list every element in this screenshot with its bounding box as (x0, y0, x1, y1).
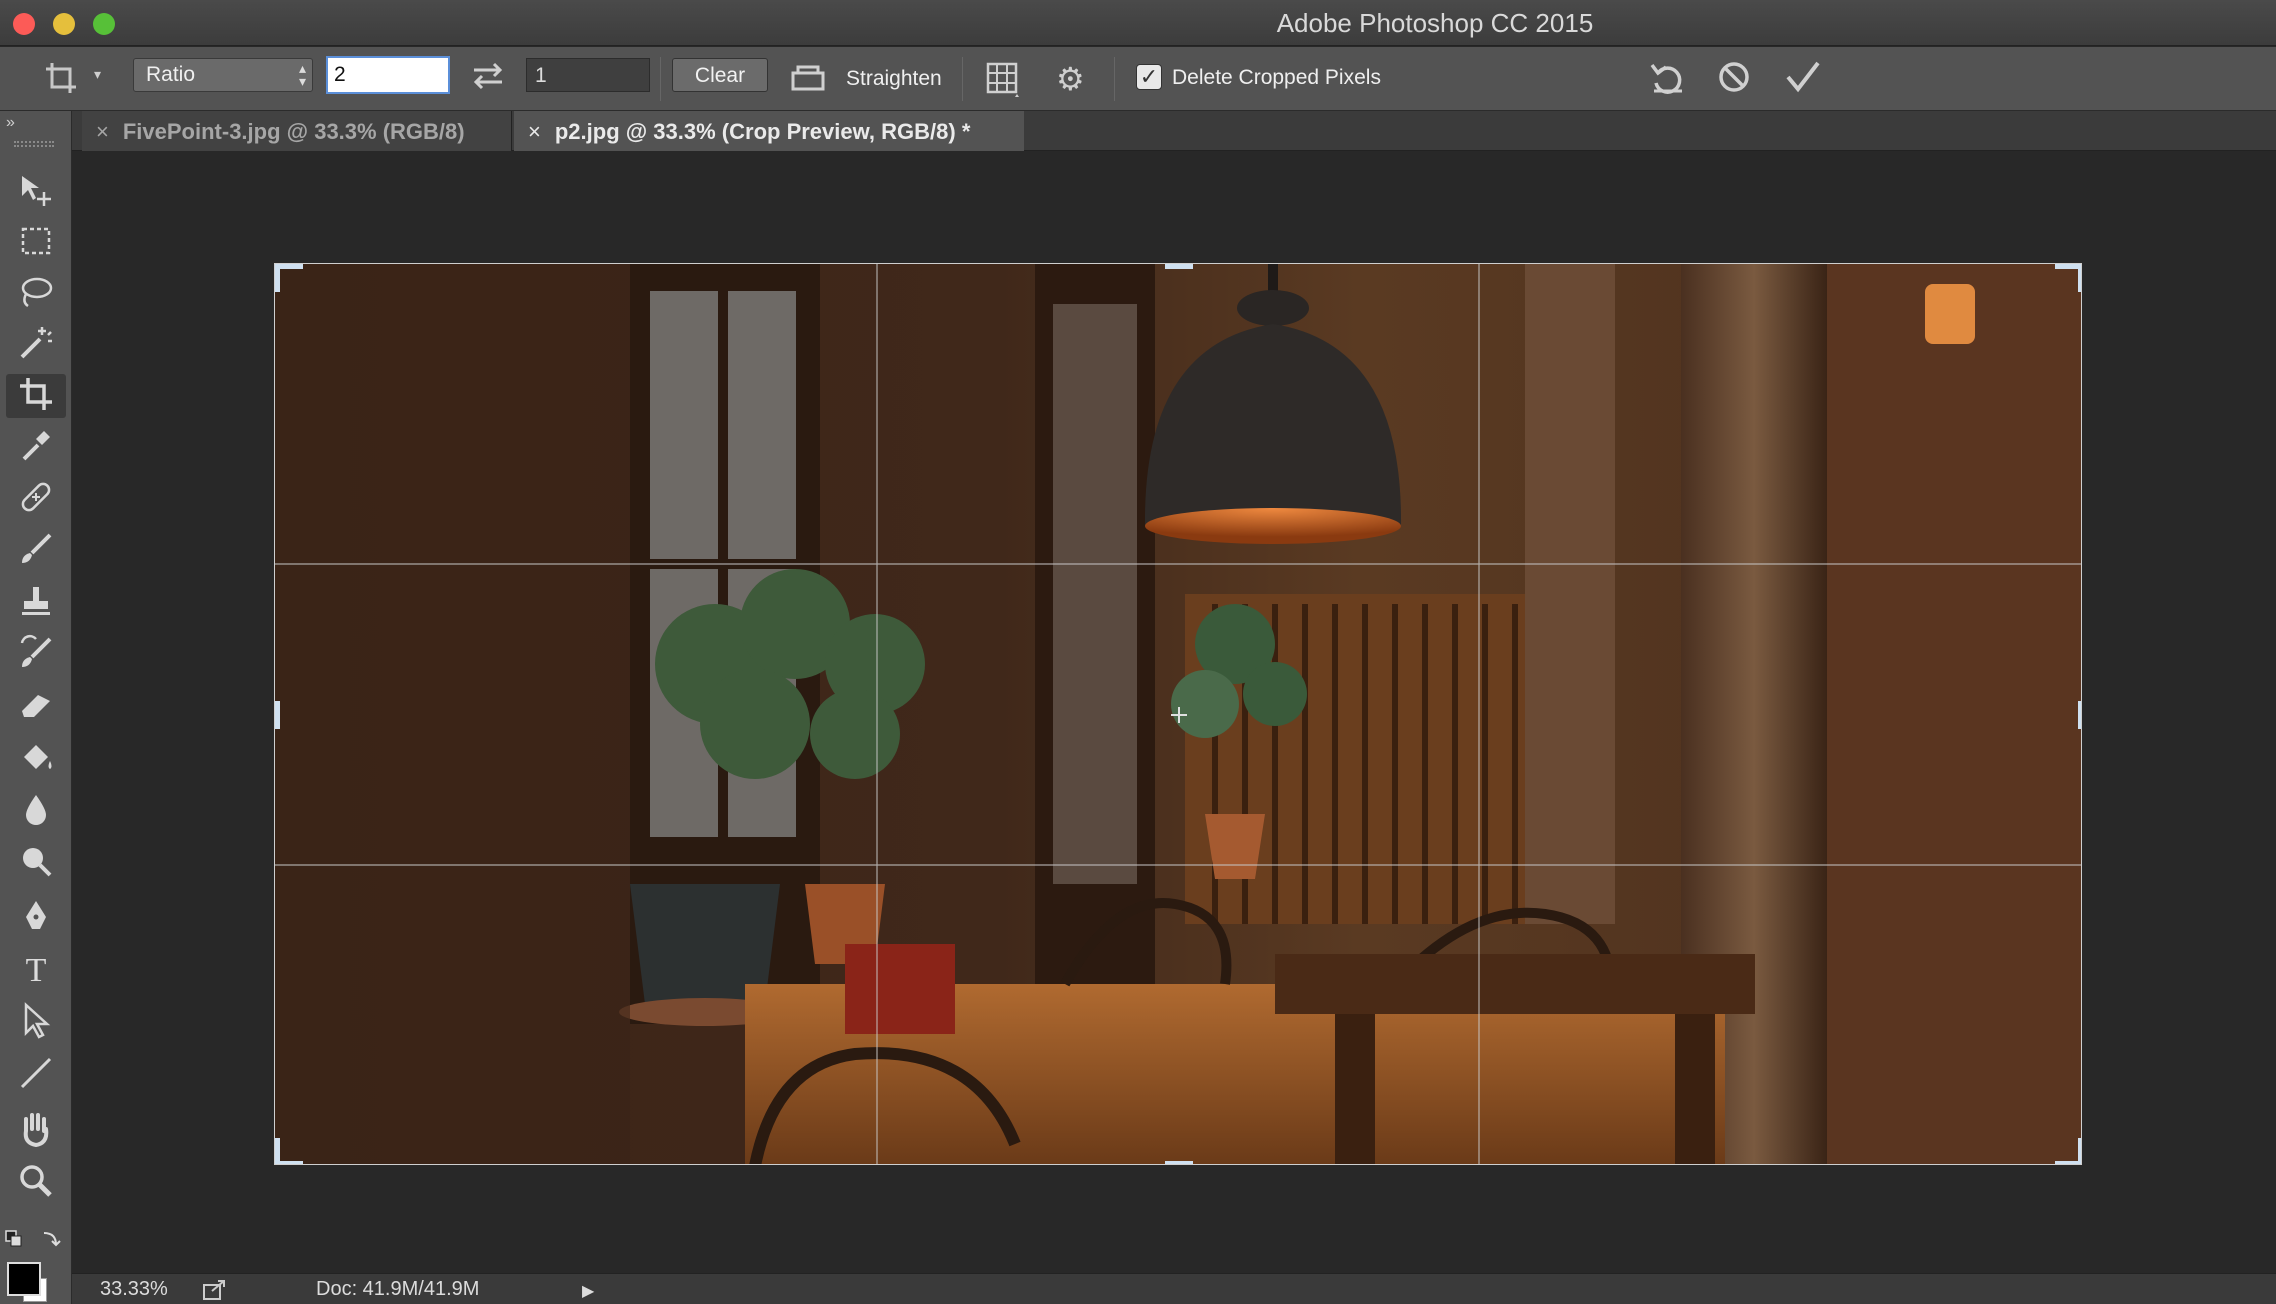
eraser-icon[interactable] (6, 685, 66, 729)
clear-button[interactable]: Clear (672, 58, 768, 92)
healing-brush-icon[interactable] (6, 477, 66, 521)
blur-icon[interactable] (6, 789, 66, 833)
line-tool-icon[interactable] (6, 1053, 66, 1097)
ratio-select-value: Ratio (146, 63, 196, 86)
eyedropper-icon[interactable] (6, 425, 66, 469)
magic-wand-icon[interactable] (6, 323, 66, 367)
crop-preset-icon[interactable] (44, 61, 78, 95)
expand-panel-icon[interactable]: » (6, 114, 15, 132)
close-window-button[interactable] (13, 13, 35, 35)
crop-grid-overlay (275, 264, 2081, 1164)
dodge-icon[interactable] (6, 841, 66, 885)
pen-tool-icon[interactable] (6, 897, 66, 941)
history-brush-icon[interactable] (6, 633, 66, 677)
chevron-down-icon[interactable]: ▾ (94, 67, 101, 81)
status-bar: 33.33% Doc: 41.9M/41.9M ▶ (72, 1273, 2276, 1304)
color-swatches (6, 1261, 66, 1304)
gear-icon[interactable]: ⚙ (1056, 63, 1085, 95)
ratio-select[interactable]: Ratio ▴ ▾ (133, 58, 313, 92)
crop-width-field[interactable]: 2 (326, 56, 450, 94)
close-tab-icon[interactable]: × (96, 119, 109, 145)
crop-center-icon (1171, 707, 1187, 723)
delete-cropped-label: Delete Cropped Pixels (1172, 66, 1381, 89)
lasso-tool-icon[interactable] (6, 272, 66, 316)
tab-label: FivePoint-3.jpg @ 33.3% (RGB/8) (122, 119, 465, 144)
type-tool-icon[interactable]: T (6, 949, 66, 993)
delete-cropped-checkbox[interactable]: ✓ (1136, 64, 1162, 90)
commit-icon[interactable] (1784, 59, 1822, 95)
marquee-tool-icon[interactable] (6, 221, 66, 265)
share-icon[interactable] (202, 1279, 228, 1301)
tools-panel: » T (0, 111, 72, 1304)
title-bar: Adobe Photoshop CC 2015 (0, 0, 2276, 46)
cancel-icon[interactable] (1716, 59, 1752, 95)
zoom-tool-icon[interactable] (6, 1161, 66, 1205)
tab-fivepoint[interactable]: × FivePoint-3.jpg @ 33.3% (RGB/8) (82, 111, 512, 151)
minimize-window-button[interactable] (53, 13, 75, 35)
default-colors-icon[interactable] (4, 1227, 66, 1255)
paint-bucket-icon[interactable] (6, 737, 66, 781)
doc-size: Doc: 41.9M/41.9M (316, 1278, 480, 1300)
close-tab-icon[interactable]: × (528, 119, 541, 145)
brush-icon[interactable] (6, 529, 66, 573)
straighten-icon[interactable] (790, 63, 826, 93)
straighten-label[interactable]: Straighten (846, 67, 942, 91)
swap-dimensions-icon[interactable] (470, 60, 506, 92)
clone-stamp-icon[interactable] (6, 581, 66, 625)
crop-tool-icon[interactable] (6, 374, 66, 418)
foreground-color-swatch[interactable] (7, 1262, 41, 1296)
move-tool-icon[interactable] (6, 170, 66, 214)
updown-arrows-icon: ▴ ▾ (298, 60, 306, 89)
tab-p2[interactable]: × p2.jpg @ 33.3% (Crop Preview, RGB/8) * (514, 111, 1024, 151)
options-bar: ▾ Ratio ▴ ▾ 2 1 Clear Straighten ⚙ ✓ Dele… (0, 47, 2276, 111)
maximize-window-button[interactable] (93, 13, 115, 35)
tab-label: p2.jpg @ 33.3% (Crop Preview, RGB/8) * (554, 119, 971, 144)
panel-grip[interactable] (14, 141, 54, 147)
app-title: Adobe Photoshop CC 2015 (1276, 8, 1594, 38)
status-menu-icon[interactable]: ▶ (582, 1281, 594, 1301)
document-tabs: × FivePoint-3.jpg @ 33.3% (RGB/8) × p2.jpg… (0, 111, 2276, 151)
path-selection-icon[interactable] (6, 1001, 66, 1045)
crop-height-field[interactable]: 1 (526, 58, 650, 92)
overlay-grid-icon[interactable] (985, 61, 1023, 99)
document-canvas[interactable] (274, 263, 2082, 1165)
hand-tool-icon[interactable] (6, 1109, 66, 1153)
zoom-level[interactable]: 33.33% (100, 1278, 168, 1301)
reset-icon[interactable] (1648, 59, 1688, 99)
